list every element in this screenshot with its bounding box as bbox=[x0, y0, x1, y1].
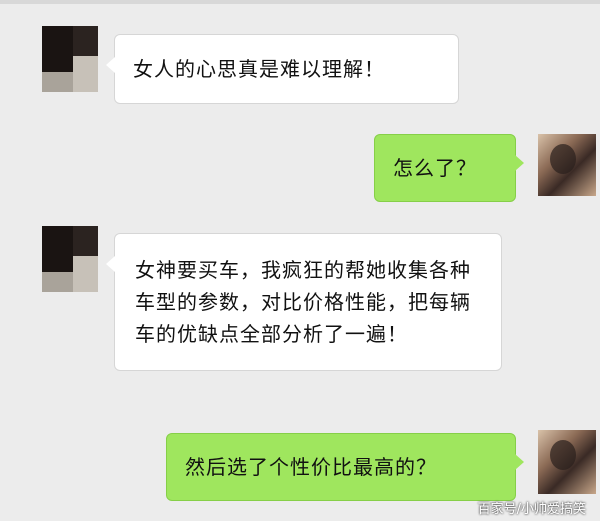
watermark: 百家号/小帅爱搞笑 bbox=[477, 502, 586, 517]
message-bubble[interactable]: 女神要买车，我疯狂的帮她收集各种车型的参数，对比价格性能，把每辆车的优缺点全部分… bbox=[106, 233, 502, 371]
message-text: 女人的心思真是难以理解！ bbox=[133, 57, 385, 81]
message-bubble[interactable]: 女人的心思真是难以理解！ bbox=[106, 34, 459, 104]
message-text: 怎么了？ bbox=[393, 156, 477, 180]
message-text: 然后选了个性价比最高的？ bbox=[185, 455, 437, 479]
top-divider bbox=[0, 0, 600, 4]
user-avatar[interactable] bbox=[538, 134, 596, 196]
message-bubble[interactable]: 然后选了个性价比最高的？ bbox=[166, 433, 524, 501]
message-text: 女神要买车，我疯狂的帮她收集各种车型的参数，对比价格性能，把每辆车的优缺点全部分… bbox=[135, 258, 471, 346]
contact-avatar[interactable] bbox=[42, 226, 98, 292]
contact-avatar[interactable] bbox=[42, 26, 98, 92]
user-avatar[interactable] bbox=[538, 430, 596, 494]
message-bubble[interactable]: 怎么了？ bbox=[374, 134, 524, 202]
chat-area: 女人的心思真是难以理解！ 怎么了？ 女神要买车，我疯狂的帮她收集各种车型的参数，… bbox=[0, 0, 600, 521]
